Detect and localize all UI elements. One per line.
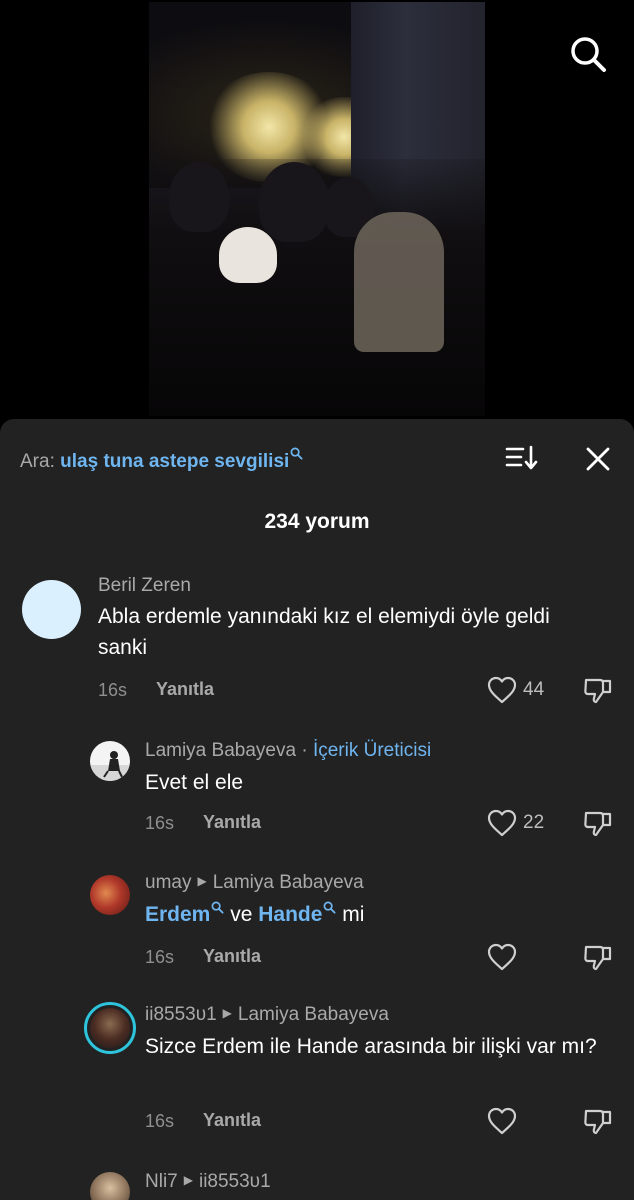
like-count: 44 (523, 679, 545, 700)
avatar[interactable] (90, 741, 130, 781)
search-small-icon (211, 901, 224, 914)
reply-arrow-icon: ▶ (197, 874, 207, 888)
heart-icon[interactable] (487, 676, 517, 704)
avatar[interactable] (90, 1172, 130, 1200)
heart-icon[interactable] (487, 943, 517, 971)
sort-icon[interactable] (503, 443, 541, 473)
reply-to-username[interactable]: Lamiya Babayeva (238, 1004, 389, 1025)
dislike-icon[interactable] (583, 942, 613, 972)
comment-username[interactable]: Nli7 (145, 1171, 178, 1192)
close-icon[interactable] (582, 443, 614, 475)
comment-item: Beril Zeren Abla erdemle yanındaki kız e… (0, 569, 634, 709)
search-icon[interactable] (566, 32, 610, 76)
dislike-icon[interactable] (583, 1106, 613, 1136)
comment-time: 16s (98, 680, 128, 700)
search-query-link[interactable]: ulaş tuna astepe sevgilisi (60, 451, 289, 472)
video-frame[interactable] (149, 2, 485, 416)
reply-button[interactable]: Yanıtla (203, 812, 261, 833)
comment-item: Lamiya Babayeva · İçerik Üreticisi Evet … (0, 734, 634, 844)
comment-username-line: Lamiya Babayeva · İçerik Üreticisi (145, 740, 431, 762)
comment-text: Evet el ele (145, 771, 244, 794)
reply-arrow-icon: ▶ (183, 1173, 193, 1187)
search-small-icon (290, 447, 303, 460)
comment-text: Abla erdemle yanındaki kız el elemiydi ö… (98, 605, 550, 659)
heart-icon[interactable] (487, 809, 517, 837)
mention-link-erdem[interactable]: Erdem (145, 903, 210, 926)
reply-arrow-icon: ▶ (222, 1006, 232, 1020)
reply-button[interactable]: Yanıtla (203, 946, 261, 967)
comment-username[interactable]: umay (145, 872, 191, 893)
video-person (354, 212, 444, 352)
comment-time: 16s (145, 1111, 175, 1131)
comment-username[interactable]: Lamiya Babayeva (145, 740, 296, 761)
comment-text-part: mi (342, 903, 365, 926)
comments-sheet: Ara: ulaş tuna astepe sevgilisi 234 yoru… (0, 419, 634, 1200)
comment-time: 16s (145, 813, 175, 833)
comment-text-part: ve (230, 903, 253, 926)
comments-header: Ara: ulaş tuna astepe sevgilisi (0, 419, 634, 499)
reply-to-username[interactable]: ii8553υ1 (199, 1171, 271, 1192)
search-suggestion[interactable]: Ara: ulaş tuna astepe sevgilisi (20, 447, 303, 473)
comment-count: 234 yorum (264, 510, 370, 533)
dislike-icon[interactable] (583, 675, 613, 705)
comment-username-line: umay ▶ Lamiya Babayeva (145, 872, 364, 894)
comment-username-line: ii8553υ1 ▶ Lamiya Babayeva (145, 1004, 389, 1026)
video-person (169, 162, 229, 232)
dislike-icon[interactable] (583, 808, 613, 838)
badge-separator: · (301, 740, 308, 761)
comment-time: 16s (145, 947, 175, 967)
video-player[interactable] (0, 0, 634, 420)
avatar-story-ring[interactable] (84, 1002, 136, 1054)
comment-item: ii8553υ1 ▶ Lamiya Babayeva Sizce Erdem ile… (0, 1000, 634, 1150)
comment-item: Nli7 ▶ ii8553υ1 (0, 1167, 634, 1200)
comment-item: umay ▶ Lamiya Babayeva Erdem ve Hande mi 1… (0, 868, 634, 978)
video-person (259, 162, 329, 242)
comment-text: Sizce Erdem ile Hande arasında bir ilişk… (145, 1035, 597, 1058)
like-count: 22 (523, 812, 545, 833)
avatar (90, 1008, 130, 1048)
reply-button[interactable]: Yanıtla (203, 1110, 261, 1131)
reply-to-username[interactable]: Lamiya Babayeva (213, 872, 364, 893)
comment-username-line: Nli7 ▶ ii8553υ1 (145, 1171, 271, 1193)
search-prefix: Ara: (20, 451, 55, 472)
mention-link-hande[interactable]: Hande (258, 903, 322, 926)
heart-icon[interactable] (487, 1107, 517, 1135)
comment-username[interactable]: Beril Zeren (98, 575, 191, 597)
creator-badge: İçerik Üreticisi (312, 740, 432, 761)
video-person-white-hat (219, 227, 277, 283)
comment-text: Erdem ve Hande mi (145, 899, 605, 930)
reply-button[interactable]: Yanıtla (156, 679, 214, 700)
avatar[interactable] (90, 875, 130, 915)
search-small-icon (323, 901, 336, 914)
avatar[interactable] (22, 580, 81, 639)
comment-username[interactable]: ii8553υ1 (145, 1004, 217, 1025)
